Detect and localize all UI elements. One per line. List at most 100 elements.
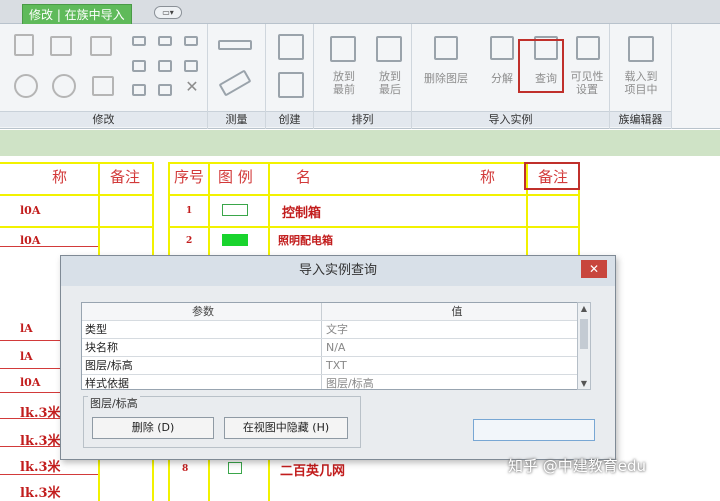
pin-icon[interactable] bbox=[184, 36, 198, 46]
load-into-project-button[interactable]: 载入到 项目中 bbox=[614, 70, 668, 96]
param-cell: 块名称 bbox=[82, 339, 322, 356]
offset-icon[interactable] bbox=[50, 36, 72, 56]
explode-button[interactable]: 分解 bbox=[482, 72, 522, 85]
left-cell: lk.3米 bbox=[20, 406, 61, 421]
panel-label-create: 创建 bbox=[266, 111, 313, 127]
header-legend: 图 例 bbox=[218, 168, 253, 186]
query-highlight-box bbox=[518, 39, 564, 93]
ribbon-tab-bar: 修改 | 在族中导入 ▭▾ bbox=[0, 0, 720, 24]
dimension-icon[interactable] bbox=[218, 69, 252, 97]
split-icon[interactable] bbox=[132, 60, 146, 72]
create-group-icon[interactable] bbox=[278, 34, 304, 60]
mirror-icon[interactable] bbox=[90, 36, 112, 56]
scroll-thumb[interactable] bbox=[580, 319, 588, 349]
left-cell: l0A bbox=[20, 234, 41, 247]
panel-arrange: 放到 最前 放到 最后 排列 bbox=[314, 24, 412, 129]
hide-in-view-button[interactable]: 在视图中隐藏 (H) bbox=[224, 417, 348, 439]
param-cell: 图层/标高 bbox=[82, 357, 322, 374]
seq-cell: 1 bbox=[186, 206, 193, 216]
table-row[interactable]: 样式依据 图层/标高 bbox=[82, 375, 588, 390]
grid-line bbox=[168, 194, 578, 196]
panel-measure: 测量 bbox=[208, 24, 266, 129]
scale-icon[interactable] bbox=[184, 60, 198, 72]
rotate-icon[interactable] bbox=[52, 74, 76, 98]
left-cell: lA bbox=[20, 322, 33, 335]
ribbon: ✕ 修改 测量 创建 放到 最前 放到 最后 排列 删除图层 分解 查询 可见性 设置… bbox=[0, 24, 720, 129]
options-bar bbox=[0, 130, 720, 156]
value-cell: TXT bbox=[326, 359, 347, 372]
panel-label-measure: 测量 bbox=[208, 111, 265, 127]
visibility-icon bbox=[576, 36, 600, 60]
header-name: 名 bbox=[296, 168, 312, 186]
group-icon[interactable] bbox=[158, 84, 172, 96]
panel-create: 创建 bbox=[266, 24, 314, 129]
delete-icon[interactable]: ✕ bbox=[184, 79, 200, 95]
delete-layers-icon bbox=[434, 36, 458, 60]
seq-cell: 2 bbox=[186, 236, 193, 246]
header-name-left: 称 bbox=[52, 168, 68, 186]
watermark: 知乎 @中建教育edu bbox=[508, 457, 647, 475]
quick-access-dropdown[interactable]: ▭▾ bbox=[154, 6, 182, 19]
copy-icon[interactable] bbox=[158, 36, 172, 46]
name-cell: 控制箱 bbox=[282, 206, 322, 221]
close-button[interactable]: ✕ bbox=[581, 260, 607, 278]
scroll-up-icon[interactable]: ▲ bbox=[578, 304, 590, 313]
value-cell: 文字 bbox=[326, 323, 348, 336]
table-row[interactable]: 块名称 N/A bbox=[82, 339, 588, 357]
grid-header-row: 参数 值 bbox=[82, 303, 588, 321]
row-line bbox=[0, 246, 98, 247]
unpin-icon[interactable] bbox=[132, 84, 146, 96]
trim-icon[interactable] bbox=[92, 76, 114, 96]
left-cell: l0A bbox=[20, 204, 41, 217]
left-cell: l0A bbox=[20, 376, 41, 389]
grid-line bbox=[168, 226, 578, 228]
table-row[interactable]: 图层/标高 TXT bbox=[82, 357, 588, 375]
panel-label-arrange: 排列 bbox=[314, 111, 411, 127]
layer-group-box: 图层/标高 删除 (D) 在视图中隐藏 (H) bbox=[83, 395, 361, 448]
panel-family-editor: 载入到 项目中 族编辑器 bbox=[610, 24, 672, 129]
header-note: 备注 bbox=[538, 168, 569, 186]
context-tab-modify-import[interactable]: 修改 | 在族中导入 bbox=[22, 4, 132, 24]
delete-button[interactable]: 删除 (D) bbox=[92, 417, 214, 439]
move-icon[interactable] bbox=[132, 36, 146, 46]
header-note-left: 备注 bbox=[110, 168, 141, 186]
vertical-scrollbar[interactable]: ▲ ▼ bbox=[577, 302, 591, 390]
left-cell: lk.3米 bbox=[20, 460, 61, 475]
grid-line bbox=[0, 194, 152, 196]
visibility-settings-button[interactable]: 可见性 设置 bbox=[564, 70, 610, 96]
header-seq: 序号 bbox=[174, 168, 205, 186]
seq-cell: 8 bbox=[182, 464, 189, 474]
legend-swatch-small bbox=[228, 462, 242, 474]
load-into-project-icon bbox=[628, 36, 654, 62]
panel-label-modify: 修改 bbox=[0, 111, 207, 127]
column-header-value: 值 bbox=[451, 305, 463, 318]
left-cell: lA bbox=[20, 350, 33, 363]
measure-icon[interactable] bbox=[218, 40, 252, 50]
table-row[interactable]: 类型 文字 bbox=[82, 321, 588, 339]
legend-swatch-outline bbox=[222, 204, 248, 216]
import-instance-query-dialog: 导入实例查询 ✕ 参数 值 类型 文字 块名称 N/A 图层/标高 TXT 样式… bbox=[60, 255, 616, 460]
left-cell: lk.3米 bbox=[20, 486, 61, 501]
dialog-title: 导入实例查询 bbox=[61, 256, 615, 286]
name-cell: 照明配电箱 bbox=[278, 234, 333, 247]
send-back-icon bbox=[376, 36, 402, 62]
array-icon[interactable] bbox=[158, 60, 172, 72]
align-icon[interactable] bbox=[14, 34, 34, 56]
param-cell: 样式依据 bbox=[82, 375, 322, 389]
send-back-button[interactable]: 放到 最后 bbox=[366, 70, 414, 96]
bring-front-button[interactable]: 放到 最前 bbox=[320, 70, 368, 96]
param-cell: 类型 bbox=[82, 321, 322, 338]
panel-import-instance: 删除图层 分解 查询 可见性 设置 导入实例 bbox=[412, 24, 610, 129]
panel-modify: ✕ 修改 bbox=[0, 24, 208, 129]
group-label: 图层/标高 bbox=[88, 395, 140, 411]
ok-button[interactable] bbox=[473, 419, 595, 441]
delete-layers-button[interactable]: 删除图层 bbox=[420, 72, 472, 85]
column-header-param: 参数 bbox=[82, 303, 322, 320]
value-cell: 图层/标高 bbox=[326, 377, 374, 390]
create-similar-icon[interactable] bbox=[278, 72, 304, 98]
grid-line bbox=[0, 226, 152, 228]
panel-label-family-editor: 族编辑器 bbox=[610, 111, 671, 127]
scroll-down-icon[interactable]: ▼ bbox=[578, 379, 590, 388]
legend-swatch-filled bbox=[222, 234, 248, 246]
rotate-icon[interactable] bbox=[14, 74, 38, 98]
